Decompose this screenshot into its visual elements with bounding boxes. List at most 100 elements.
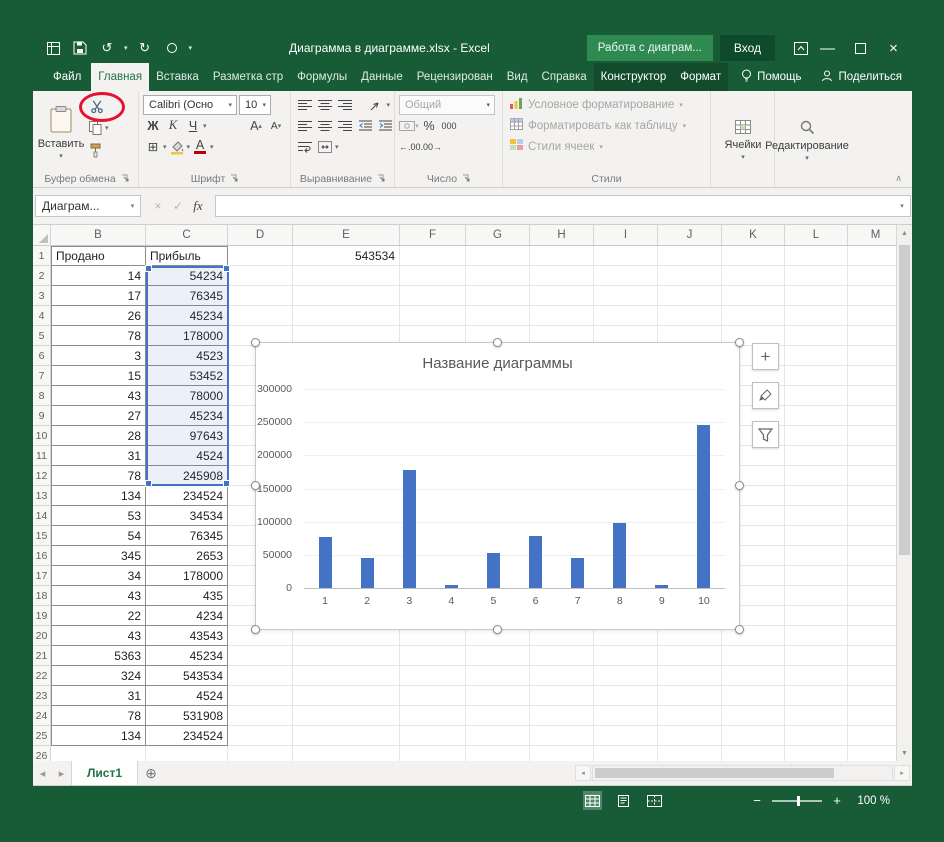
cell-L6[interactable] [785,346,848,366]
cell-I3[interactable] [594,286,658,306]
chart-bar[interactable] [697,424,711,588]
cell-H26[interactable] [530,746,594,761]
cell-I25[interactable] [594,726,658,746]
cell-H24[interactable] [530,706,594,726]
column-header-E[interactable]: E [293,225,400,245]
cell-H23[interactable] [530,686,594,706]
vertical-scrollbar[interactable]: ▲ ▼ [896,225,912,761]
cell-M22[interactable] [848,666,896,686]
cell-C20[interactable]: 43543 [146,626,228,646]
chart-bar[interactable] [529,536,543,588]
cell-L13[interactable] [785,486,848,506]
paste-button[interactable]: Вставить ▾ [38,94,84,170]
percent-style-button[interactable]: % [419,116,439,136]
cell-D24[interactable] [228,706,293,726]
cell-C17[interactable]: 178000 [146,566,228,586]
decrease-decimal-button[interactable]: .00→ [421,137,443,157]
row-header-9[interactable]: 9 [33,406,51,426]
font-name-select[interactable]: Calibri (Осно ▾ [143,94,237,115]
cell-I26[interactable] [594,746,658,761]
cell-J26[interactable] [658,746,722,761]
cell-L9[interactable] [785,406,848,426]
borders-button[interactable]: ⊞ [143,137,163,157]
cell-D2[interactable] [228,266,293,286]
cell-J24[interactable] [658,706,722,726]
cell-C2[interactable]: 54234 [146,266,228,286]
cell-L7[interactable] [785,366,848,386]
cell-M11[interactable] [848,446,896,466]
zoom-slider[interactable] [772,795,822,806]
cell-H2[interactable] [530,266,594,286]
cell-J2[interactable] [658,266,722,286]
cell-B10[interactable]: 28 [51,426,146,446]
cell-H1[interactable] [530,246,594,266]
align-right-button[interactable] [335,116,355,136]
ribbon-tab-Вставка[interactable]: Вставка [149,63,206,91]
cell-G23[interactable] [466,686,530,706]
cell-G21[interactable] [466,646,530,666]
cell-C21[interactable]: 45234 [146,646,228,666]
restore-button[interactable] [844,33,877,63]
chart-handle-se[interactable] [735,625,744,634]
cell-C13[interactable]: 234524 [146,486,228,506]
sheet-nav-right-icon[interactable]: ▸ [52,767,71,780]
cell-G24[interactable] [466,706,530,726]
merge-dropdown-icon[interactable]: ▾ [335,143,339,151]
cell-M14[interactable] [848,506,896,526]
font-size-dropdown-icon[interactable]: ▾ [260,101,268,109]
chart-handle-n[interactable] [492,338,502,347]
chart-bar[interactable] [571,558,585,588]
cell-E1[interactable]: 543534 [293,246,400,266]
copy-button[interactable]: ▾ [89,118,109,138]
cell-H25[interactable] [530,726,594,746]
cell-G1[interactable] [466,246,530,266]
sign-in-button[interactable]: Вход [719,35,775,61]
row-header-8[interactable]: 8 [33,386,51,406]
column-header-J[interactable]: J [658,225,722,245]
fill-color-button[interactable] [167,137,187,157]
cell-C19[interactable]: 4234 [146,606,228,626]
cell-F2[interactable] [400,266,466,286]
cell-D22[interactable] [228,666,293,686]
chart-elements-button[interactable]: + [752,343,779,370]
cell-B2[interactable]: 14 [51,266,146,286]
cell-I2[interactable] [594,266,658,286]
font-color-dropdown-icon[interactable]: ▾ [210,143,214,151]
cell-L20[interactable] [785,626,848,646]
cell-C23[interactable]: 4524 [146,686,228,706]
cell-M12[interactable] [848,466,896,486]
cell-C26[interactable] [146,746,228,761]
chart[interactable]: Название диаграммы 0 50000 100000 150000 200… [251,338,744,634]
align-left-button[interactable] [295,116,315,136]
comma-style-button[interactable]: 000 [439,116,459,136]
help-button[interactable]: Помощь [741,69,801,86]
cell-B14[interactable]: 53 [51,506,146,526]
cell-M23[interactable] [848,686,896,706]
editing-dropdown-icon[interactable]: ▾ [805,154,809,162]
cell-K26[interactable] [722,746,785,761]
cell-M16[interactable] [848,546,896,566]
column-header-G[interactable]: G [466,225,530,245]
cell-D1[interactable] [228,246,293,266]
number-dialog-launcher[interactable] [462,173,470,185]
collapse-ribbon-button[interactable]: ∧ [895,173,902,184]
row-header-18[interactable]: 18 [33,586,51,606]
chart-handle-s[interactable] [492,625,502,634]
row-header-2[interactable]: 2 [33,266,51,286]
cell-C11[interactable]: 4524 [146,446,228,466]
cell-E23[interactable] [293,686,400,706]
grow-font-button[interactable]: А ▴ [246,116,266,136]
cell-M13[interactable] [848,486,896,506]
scroll-right-icon[interactable]: ▸ [894,765,910,781]
cell-F23[interactable] [400,686,466,706]
select-all-button[interactable] [33,225,51,245]
cell-M15[interactable] [848,526,896,546]
cell-B9[interactable]: 27 [51,406,146,426]
share-button[interactable]: Поделиться [821,70,902,85]
cell-K2[interactable] [722,266,785,286]
cut-button[interactable] [89,96,109,116]
cell-L16[interactable] [785,546,848,566]
row-header-14[interactable]: 14 [33,506,51,526]
cell-C8[interactable]: 78000 [146,386,228,406]
cell-L17[interactable] [785,566,848,586]
